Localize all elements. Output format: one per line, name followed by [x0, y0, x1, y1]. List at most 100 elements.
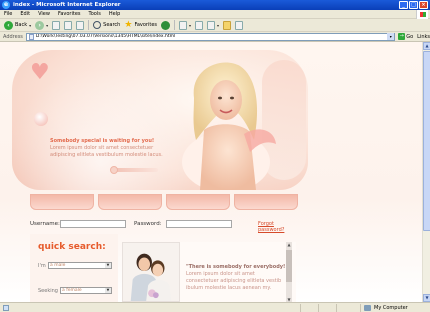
status-divider [318, 304, 319, 312]
folder-button[interactable] [221, 20, 233, 31]
seeking-value: a female [62, 288, 82, 293]
maximize-button[interactable]: □ [409, 1, 418, 9]
scroll-up-icon[interactable]: ▲ [286, 242, 292, 247]
card-scrollbar[interactable]: ▲ ▼ [286, 242, 292, 302]
home-button[interactable] [74, 20, 86, 31]
address-url[interactable]: D:\Work\Testing\07.03.07\Versions\1345\H… [36, 34, 387, 39]
folder-icon [223, 20, 232, 30]
window-controls: _ □ × [399, 1, 428, 9]
history-button[interactable] [159, 20, 172, 31]
quick-search-panel: quick search: I'm a male ▼ Seeking a fem… [30, 234, 118, 302]
go-button[interactable]: → Go [398, 33, 413, 40]
quick-search-title: quick search: [38, 242, 106, 252]
toolbar-separator [88, 20, 90, 30]
seeking-select[interactable]: a female ▼ [60, 287, 112, 294]
hero-slider-track[interactable] [112, 168, 158, 172]
menu-tools[interactable]: Tools [89, 11, 101, 17]
close-button[interactable]: × [419, 1, 428, 9]
nav-tab-1[interactable] [30, 194, 94, 210]
i-am-select[interactable]: a male ▼ [48, 262, 112, 269]
card-headline: "There is somebody for everybody! [186, 264, 286, 270]
computer-icon [364, 305, 371, 311]
edit-button[interactable]: ▾ [205, 20, 221, 31]
mail-icon [179, 20, 188, 30]
minimize-button[interactable]: _ [399, 1, 408, 9]
page-status-icon [3, 305, 9, 311]
edit-icon [207, 20, 216, 30]
heart-logo-icon: ♥ [30, 60, 50, 85]
card-text: "There is somebody for everybody! Lorem … [186, 264, 288, 292]
links-label[interactable]: Links [417, 34, 430, 40]
forward-button[interactable]: › ▾ [33, 20, 50, 31]
nav-tab-4[interactable] [234, 194, 298, 210]
history-icon [161, 20, 171, 30]
mail-dropdown-icon[interactable]: ▾ [189, 23, 191, 28]
scroll-thumb[interactable] [423, 51, 430, 231]
edit-dropdown-icon[interactable]: ▾ [217, 23, 219, 28]
username-input[interactable] [60, 220, 126, 228]
menu-help[interactable]: Help [109, 11, 120, 17]
address-label: Address [3, 33, 23, 40]
print-button[interactable] [193, 20, 205, 31]
address-dropdown-icon[interactable]: ▾ [387, 33, 395, 40]
mail-button[interactable]: ▾ [177, 20, 193, 31]
vertical-scrollbar[interactable]: ▲ ▼ [422, 42, 430, 302]
toolbar: ‹ Back ▾ › ▾ Search ★ Favorites ▾ ▾ [0, 19, 430, 32]
stop-button[interactable] [50, 20, 62, 31]
forward-arrow-icon: › [35, 20, 45, 30]
windows-logo-icon [416, 10, 428, 19]
menu-edit[interactable]: Edit [20, 11, 30, 17]
password-label: Password: [134, 221, 162, 227]
address-bar: Address D:\Work\Testing\07.03.07\Version… [0, 32, 430, 42]
hero-woman-photo [182, 62, 276, 190]
chevron-down-icon: ▼ [105, 263, 111, 268]
seeking-label: Seeking [38, 288, 58, 294]
back-dropdown-icon[interactable]: ▾ [29, 23, 31, 28]
search-button[interactable]: Search [91, 20, 122, 31]
hero-slider-knob[interactable] [110, 166, 118, 174]
hero-text: Somebody special is waiting for you! Lor… [50, 138, 168, 159]
messenger-button[interactable] [233, 20, 245, 31]
search-icon [93, 21, 102, 29]
back-arrow-icon: ‹ [4, 20, 13, 30]
menu-file[interactable]: File [4, 11, 12, 17]
forward-dropdown-icon[interactable]: ▾ [46, 23, 48, 28]
print-icon [195, 20, 204, 30]
scroll-up-button[interactable]: ▲ [423, 42, 430, 50]
status-bar: My Computer [0, 302, 430, 312]
card-scroll-thumb[interactable] [286, 250, 292, 282]
password-input[interactable] [166, 220, 232, 228]
address-input[interactable]: D:\Work\Testing\07.03.07\Versions\1345\H… [25, 32, 396, 41]
menu-favorites[interactable]: Favorites [58, 11, 81, 17]
i-am-value: a male [50, 263, 66, 268]
scroll-down-button[interactable]: ▼ [423, 294, 430, 302]
couple-photo [122, 242, 180, 302]
refresh-button[interactable] [62, 20, 74, 31]
page-icon [28, 33, 34, 40]
toolbar-separator [174, 20, 176, 30]
hero-bubble [34, 112, 48, 126]
page-viewport: ♥ Somebody special is waiting for you! L… [0, 42, 430, 302]
main-nav [30, 194, 300, 210]
stop-icon [52, 20, 61, 30]
nav-tab-3[interactable] [166, 194, 230, 210]
refresh-icon [64, 20, 73, 30]
messenger-icon [235, 20, 244, 30]
nav-tab-2[interactable] [98, 194, 162, 210]
favorites-label: Favorites [134, 22, 158, 28]
status-divider [300, 304, 301, 312]
back-button[interactable]: ‹ Back ▾ [2, 20, 33, 31]
menu-view[interactable]: View [38, 11, 50, 17]
i-am-label: I'm [38, 263, 46, 269]
favorites-button[interactable]: ★ Favorites [122, 20, 159, 31]
chevron-down-icon: ▼ [105, 288, 111, 293]
card-body: Lorem ipsum dolor sit amet consectetuer … [186, 271, 282, 291]
title-bar: e index - Microsoft Internet Explorer _ … [0, 0, 430, 10]
search-label: Search [103, 22, 121, 28]
hero-body: Lorem ipsum dolor sit amet consectetuer … [50, 145, 163, 158]
username-label: Username: [30, 221, 60, 227]
star-icon: ★ [124, 19, 133, 30]
status-divider [336, 304, 337, 312]
back-label: Back [15, 22, 28, 28]
forgot-password-link[interactable]: Forgot password? [258, 221, 300, 233]
